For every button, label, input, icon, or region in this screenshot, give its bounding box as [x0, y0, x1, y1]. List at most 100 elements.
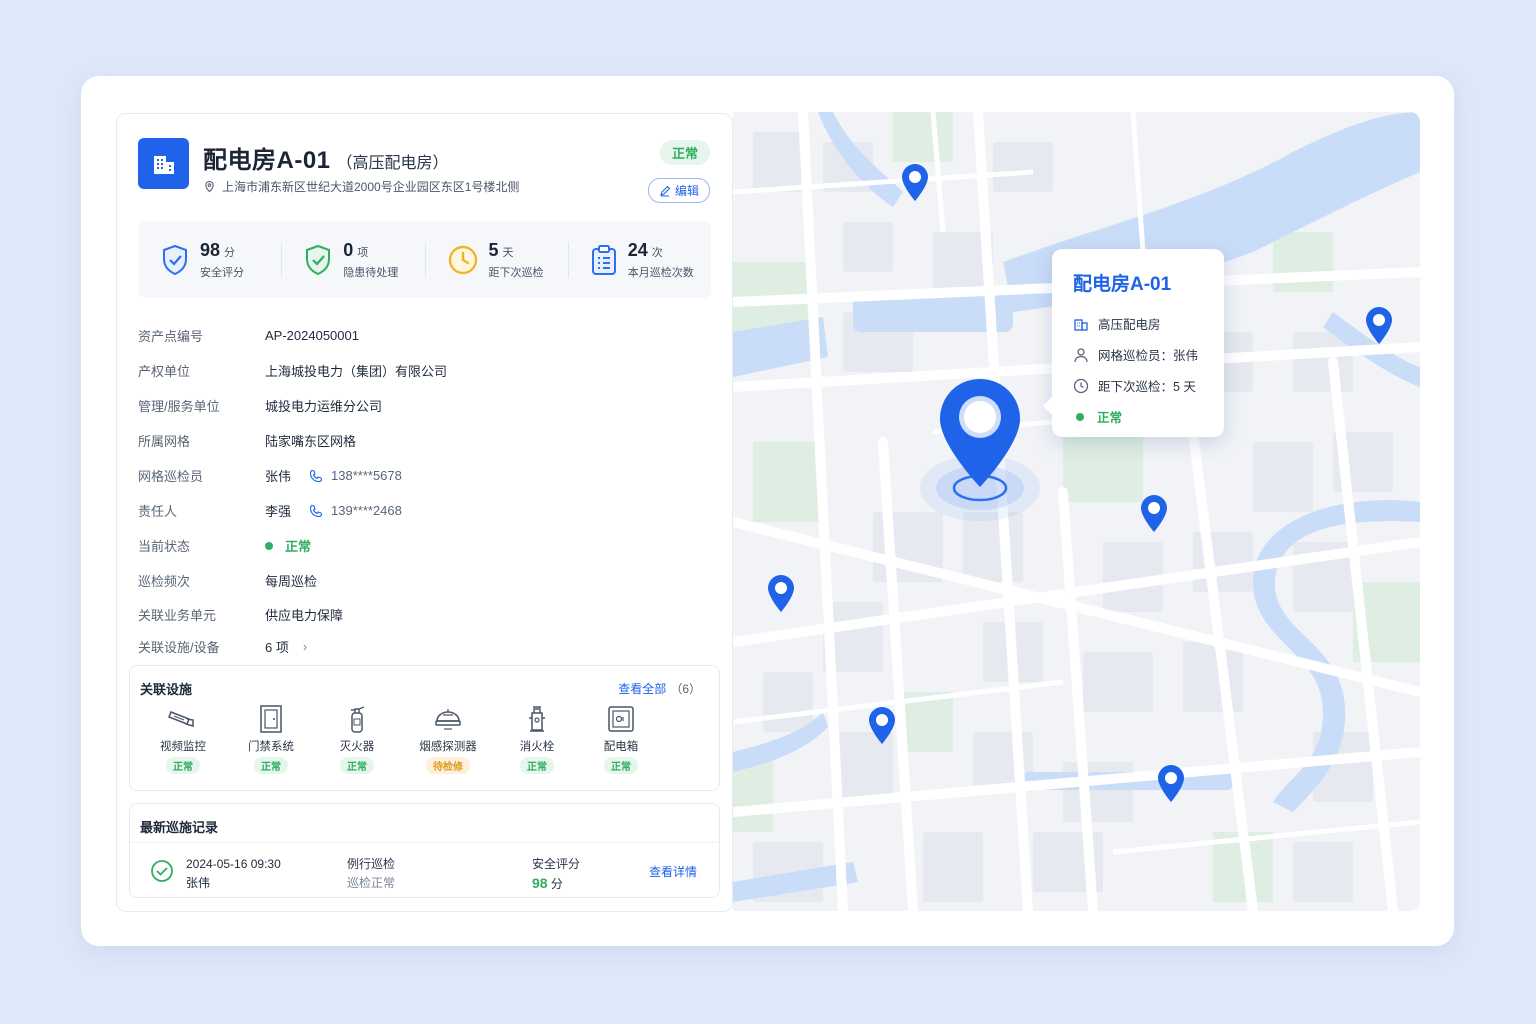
- stat-label: 本月巡检次数: [627, 266, 694, 279]
- phone-number: 139****2468: [331, 503, 402, 518]
- page-subtitle: （高压配电房）: [336, 155, 449, 172]
- phone-icon: [309, 469, 323, 482]
- facility-item[interactable]: 配电箱 正常: [581, 704, 661, 775]
- chevron-right-icon: ›: [302, 638, 308, 654]
- field-grid: 所属网格 陆家嘴东区网格: [138, 423, 711, 458]
- map-pin-icon[interactable]: [867, 706, 897, 746]
- info-fields: 资产点编号 AP-2024050001 产权单位 上海城投电力（集团）有限公司 管理…: [138, 318, 711, 662]
- field-value: 李强: [265, 504, 292, 519]
- stat-value: 24: [627, 239, 648, 260]
- map-info-popup: 配电房A-01 高压配电房 网格巡检员：张伟 距下次巡检：5 天 正常: [1043, 249, 1224, 437]
- facility-item[interactable]: 视频监控 正常: [143, 704, 223, 775]
- facility-status: 待检修: [426, 757, 470, 774]
- facility-item[interactable]: 消火栓 正常: [497, 704, 577, 775]
- stats-bar: 98 分 安全评分 0项 隐患待处理 5天 距下次巡检 24 次 本月巡检次数: [138, 221, 711, 298]
- facility-item[interactable]: 烟感探测器 待检修: [408, 704, 488, 775]
- field-manager: 管理/服务单位 城投电力运维分公司: [138, 388, 711, 423]
- field-label: 关联设施/设备: [138, 639, 220, 655]
- status-badge: 正常: [659, 140, 710, 165]
- stat-label: 安全评分: [200, 266, 244, 279]
- field-value: 6 项: [265, 639, 289, 655]
- hydrant-icon: [529, 706, 545, 732]
- stat-unit: 天: [502, 246, 514, 259]
- popup-title: 配电房A-01: [1073, 274, 1172, 295]
- shield-check-icon: [163, 244, 187, 275]
- facility-status: 正常: [254, 757, 288, 774]
- building-icon: [1074, 318, 1088, 331]
- facility-status: 正常: [520, 757, 554, 774]
- record-time: 2024-05-16 09:30: [186, 857, 281, 871]
- facility-name: 烟感探测器: [419, 741, 477, 753]
- field-value: 正常: [285, 539, 312, 554]
- check-circle-icon: [151, 860, 173, 882]
- stat-value: 98: [200, 239, 221, 260]
- record-person: 张伟: [186, 876, 211, 890]
- stat-unit: 次: [651, 246, 663, 259]
- field-status: 当前状态 正常: [138, 528, 711, 563]
- field-owner: 产权单位 上海城投电力（集团）有限公司: [138, 353, 711, 388]
- asset-detail-panel: 配电房A-01 （高压配电房） 上海市浦东新区世纪大道2000号企业园区东区1号…: [116, 113, 733, 912]
- facility-item[interactable]: 灭火器 正常: [317, 704, 397, 775]
- field-label: 当前状态: [138, 539, 191, 554]
- see-all-link[interactable]: 查看全部 （6）: [618, 680, 701, 697]
- edit-button[interactable]: 编辑: [647, 178, 710, 203]
- field-inspector: 网格巡检员 张伟 138****5678: [138, 458, 711, 493]
- facility-item[interactable]: 门禁系统 正常: [231, 704, 311, 775]
- clipboard-icon: [591, 244, 616, 275]
- view-details-link[interactable]: 查看详情: [649, 863, 697, 880]
- field-label: 管理/服务单位: [138, 399, 220, 414]
- page-title: 配电房A-01: [203, 147, 331, 174]
- stat-unit: 项: [357, 246, 369, 259]
- selected-location-pin[interactable]: [910, 377, 1050, 537]
- field-label: 网格巡检员: [138, 469, 204, 484]
- map-view[interactable]: 配电房A-01 高压配电房 网格巡检员：张伟 距下次巡检：5 天 正常: [733, 112, 1420, 911]
- record-row: 2024-05-16 09:30 张伟 例行巡检 巡检正常 安全评分 98 分 查看详…: [130, 842, 719, 896]
- facilities-card: 关联设施 查看全部 （6） 视频监控 正常 门禁系统 正常 灭火器 正常 烟感探测…: [129, 665, 720, 791]
- camera-icon: [168, 711, 194, 727]
- field-label: 巡检频次: [138, 574, 191, 589]
- record-type: 例行巡检: [347, 857, 396, 871]
- popup-next-text: 距下次巡检：5 天: [1098, 380, 1196, 394]
- field-value: 张伟: [265, 469, 292, 484]
- address-text: 上海市浦东新区世纪大道2000号企业园区东区1号楼北侧: [222, 180, 520, 194]
- popup-status: 正常: [1073, 401, 1224, 432]
- facility-list: 视频监控 正常 门禁系统 正常 灭火器 正常 烟感探测器 待检修 消火栓 正常 …: [130, 704, 721, 778]
- extinguisher-icon: [351, 706, 365, 733]
- field-frequency: 巡检频次 每周巡检: [138, 563, 711, 598]
- stat-safety-score: 98 分 安全评分: [138, 240, 281, 280]
- popup-inspector: 网格巡检员：张伟: [1073, 339, 1224, 370]
- field-devices[interactable]: 关联设施/设备 6 项 ›: [138, 630, 711, 662]
- field-label: 资产点编号: [138, 329, 204, 344]
- field-value: 上海城投电力（集团）有限公司: [265, 364, 448, 379]
- field-value: 城投电力运维分公司: [265, 399, 383, 414]
- phone-link[interactable]: 139****2468: [309, 503, 402, 518]
- facility-status: 正常: [166, 757, 200, 774]
- stat-monthly-count: 24 次 本月巡检次数: [567, 239, 711, 280]
- field-value: 每周巡检: [265, 574, 318, 589]
- phone-icon: [309, 504, 323, 517]
- address: 上海市浦东新区世纪大道2000号企业园区东区1号楼北侧: [203, 178, 519, 195]
- field-label: 所属网格: [138, 434, 191, 449]
- clock-icon: [1073, 378, 1089, 393]
- map-pin-icon[interactable]: [1156, 764, 1186, 804]
- field-responsible: 责任人 李强 139****2468: [138, 493, 711, 528]
- status-dot: [1076, 412, 1084, 421]
- records-card: 最新巡施记录 2024-05-16 09:30 张伟 例行巡检 巡检正常 安全评分 9…: [129, 803, 720, 898]
- see-all-label: 查看全部: [618, 682, 667, 696]
- facility-name: 配电箱: [603, 741, 639, 753]
- phone-link[interactable]: 138****5678: [309, 468, 402, 483]
- see-all-count: （6）: [670, 682, 701, 696]
- map-pin-icon[interactable]: [766, 574, 796, 614]
- distribution-box-icon: [608, 706, 634, 732]
- map-pin-icon[interactable]: [1364, 306, 1394, 346]
- map-pin-icon[interactable]: [900, 163, 930, 203]
- map-pin-icon[interactable]: [1139, 494, 1169, 534]
- field-value: 陆家嘴东区网格: [265, 434, 357, 449]
- record-result: 巡检正常: [347, 876, 396, 890]
- popup-inspector-text: 网格巡检员：张伟: [1098, 349, 1199, 363]
- field-business: 关联业务单元 供应电力保障: [138, 598, 711, 630]
- status-dot: [265, 541, 273, 550]
- pencil-icon: [660, 185, 671, 196]
- facility-name: 门禁系统: [248, 741, 294, 753]
- map-canvas[interactable]: [733, 112, 1420, 911]
